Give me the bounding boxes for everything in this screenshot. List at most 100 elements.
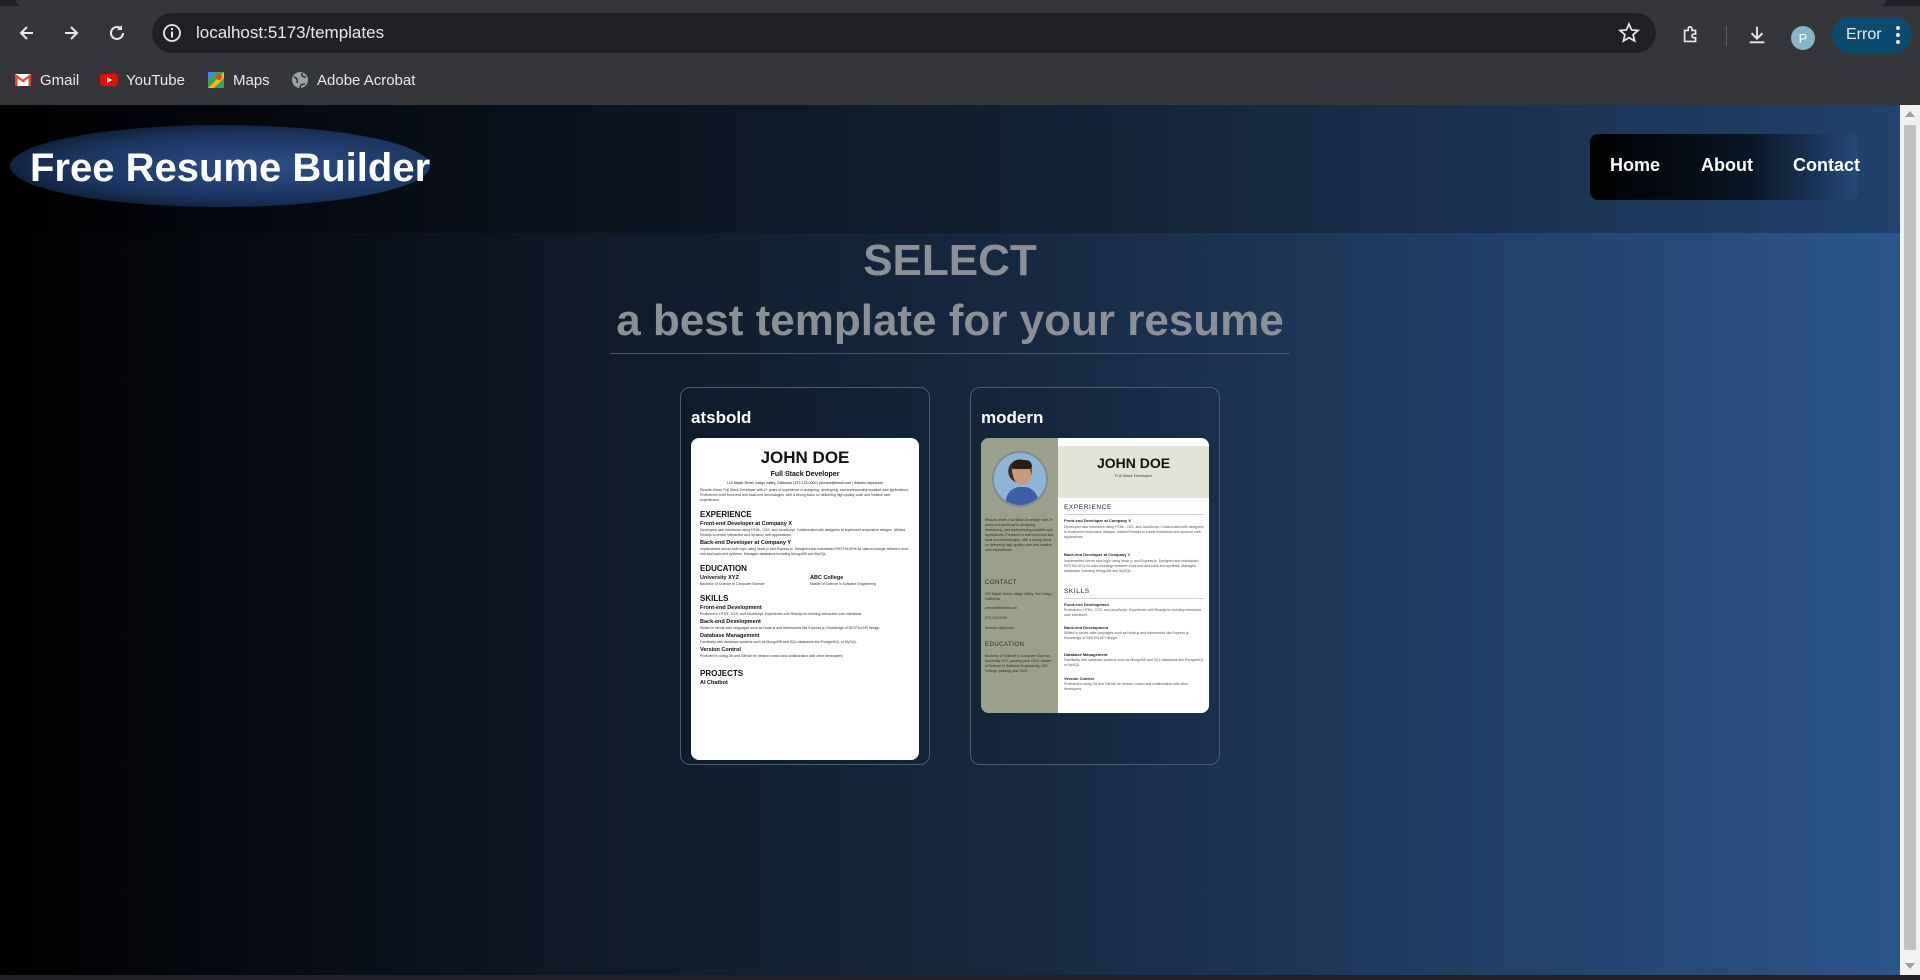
arrow-right-icon [65, 26, 79, 40]
template-card-atsbold[interactable]: atsbold JOHN DOE Full Stack Developer 12… [680, 387, 930, 765]
resume-summary: Results-driven Full Stack Developer with… [700, 488, 910, 502]
main-nav: Home About Contact [1590, 134, 1860, 200]
bookmark-label: Adobe Acrobat [317, 71, 416, 89]
resume-contact-line: linkedin.in/johndoe [985, 626, 1014, 630]
gmail-icon [14, 74, 32, 86]
maps-icon [208, 72, 224, 88]
extensions-button[interactable] [1679, 23, 1703, 47]
forward-button[interactable] [56, 18, 86, 48]
resume-skill-title: Front-end Development [1064, 602, 1109, 607]
hero-subtitle: a best template for your resume [610, 295, 1290, 354]
bookmark-label: Gmail [40, 71, 80, 89]
reload-button[interactable] [102, 18, 132, 48]
error-chip-label: Error [1846, 26, 1882, 43]
template-title: modern [981, 408, 1044, 427]
resume-edu-text: Bachelor of Science in Computer Science,… [985, 654, 1052, 673]
bookmarks-bar: Gmail YouTube Maps Adobe Acrobat [0, 60, 1920, 105]
youtube-icon [100, 74, 118, 86]
resume-contact-line: 872-123-0000 [985, 616, 1007, 620]
resume-section-contact: CONTACT [985, 580, 1018, 586]
nav-home[interactable]: Home [1610, 154, 1660, 176]
site-header: Free Resume Builder Home About Contact [0, 105, 1900, 233]
resume-exp-text: Implemented server-side logic using Node… [1064, 559, 1199, 573]
browser-toolbar: localhost:5173/templates P Error [0, 6, 1920, 60]
resume-skill-text: Proficient in HTML, CSS, and JavaScript.… [1064, 608, 1202, 617]
section-divider [1064, 598, 1204, 599]
resume-section-education: EDUCATION [985, 642, 1025, 648]
resume-skill-text: Familiarity with database systems such a… [700, 640, 858, 644]
resume-skill-text: Skilled in server-side languages such as… [700, 626, 881, 630]
section-divider [1064, 514, 1204, 515]
resume-skill-title: Database Management [700, 633, 760, 639]
resume-skill-title: Version Control [700, 647, 741, 653]
template-preview-atsbold[interactable]: JOHN DOE Full Stack Developer 123 Maple … [691, 438, 919, 760]
resume-exp-title: Front-end Developer at Company X [1064, 518, 1131, 523]
more-vert-icon [1896, 26, 1900, 44]
address-bar[interactable]: localhost:5173/templates [152, 13, 1656, 53]
bookmark-youtube[interactable]: YouTube [100, 69, 185, 91]
scroll-up-icon[interactable] [1905, 111, 1915, 117]
resume-name: JOHN DOE [1096, 455, 1171, 471]
resume-edu-school: University XYZ [700, 575, 739, 581]
resume-section-skills: SKILLS [700, 594, 729, 603]
resume-exp-text: Implemented server-side logic using Node… [700, 547, 909, 556]
resume-skill-text: Familiarity with database systems such a… [1064, 658, 1204, 667]
resume-skill-title: Front-end Development [700, 605, 762, 611]
resume-edu-school: ABC College [810, 575, 844, 581]
error-chip[interactable]: Error [1832, 17, 1912, 53]
resume-skill-title: Database Management [1064, 652, 1108, 657]
resume-section-skills: SKILLS [1064, 588, 1090, 595]
resume-section-education: EDUCATION [700, 564, 747, 573]
scrollbar-thumb[interactable] [1904, 125, 1916, 950]
resume-exp-title: Front-end Developer at Company X [700, 521, 792, 527]
toolbar-separator [1726, 26, 1727, 46]
window-bottom-edge [0, 975, 1920, 980]
resume-exp-text: Developed user interfaces using HTML, CS… [1064, 525, 1204, 539]
resume-contact-line: johndoe@email.com [985, 606, 1017, 610]
bookmark-label: Maps [233, 71, 270, 89]
resume-main: JOHN DOE Full Stack Developer EXPERIENCE… [1058, 438, 1209, 713]
template-preview-modern[interactable]: Results-driven Full Stack Developer with… [981, 438, 1209, 713]
star-icon[interactable] [1618, 22, 1640, 44]
resume-contact: 123 Maple Street, Indigo Valley, Califor… [726, 481, 884, 485]
resume-sidebar: Results-driven Full Stack Developer with… [981, 438, 1058, 713]
reload-icon [110, 25, 124, 40]
nav-about[interactable]: About [1701, 154, 1753, 176]
brand-logo[interactable]: Free Resume Builder [30, 145, 430, 191]
resume-project-title: AI Chatbot [700, 680, 728, 686]
resume-role: Full Stack Developer [1115, 473, 1152, 478]
nav-contact[interactable]: Contact [1793, 154, 1860, 176]
arrow-left-icon [19, 26, 33, 40]
page-scrollbar[interactable] [1900, 105, 1920, 975]
resume-section-projects: PROJECTS [700, 669, 744, 678]
resume-skill-text: Proficient in using Git and GitHub for v… [700, 654, 844, 658]
resume-exp-title: Back-end Developer at Company Y [700, 540, 791, 546]
resume-edu-text: Master of Science in Software Engineerin… [810, 582, 877, 586]
resume-skill-title: Back-end Development [1064, 625, 1109, 630]
resume-skill-title: Back-end Development [700, 619, 761, 625]
page-viewport: Free Resume Builder Home About Contact S… [0, 105, 1900, 975]
resume-summary: Results-driven Full Stack Developer with… [985, 518, 1054, 552]
resume-name-banner [1058, 446, 1209, 498]
resume-skill-text: Proficient in using Git and GitHub for v… [1064, 682, 1189, 691]
resume-section-experience: EXPERIENCE [700, 510, 752, 519]
resume-contact-line: 123 Maple Street, Indigo Valley, San Die… [985, 592, 1053, 601]
resume-section-experience: EXPERIENCE [1064, 504, 1112, 511]
url-text[interactable]: localhost:5173/templates [196, 23, 384, 43]
back-button[interactable] [12, 18, 42, 48]
profile-avatar[interactable]: P [1791, 26, 1815, 50]
resume-skill-title: Version Control [1064, 676, 1094, 681]
scroll-down-icon[interactable] [1905, 963, 1915, 969]
template-card-modern[interactable]: modern Results-driven Full Stack Develop… [970, 387, 1220, 765]
puzzle-icon [1683, 25, 1697, 43]
resume-exp-title: Back-end Developer at Company Y [1064, 552, 1131, 557]
download-icon [1749, 26, 1765, 44]
info-icon[interactable] [162, 23, 182, 43]
bookmark-gmail[interactable]: Gmail [14, 69, 79, 91]
resume-photo [992, 451, 1048, 507]
bookmark-maps[interactable]: Maps [207, 69, 270, 91]
hero-title: SELECT [863, 236, 1037, 285]
resume-skill-text: Skilled in server-side languages such as… [1064, 631, 1190, 640]
downloads-button[interactable] [1745, 23, 1769, 47]
bookmark-adobe-acrobat[interactable]: Adobe Acrobat [291, 69, 415, 91]
